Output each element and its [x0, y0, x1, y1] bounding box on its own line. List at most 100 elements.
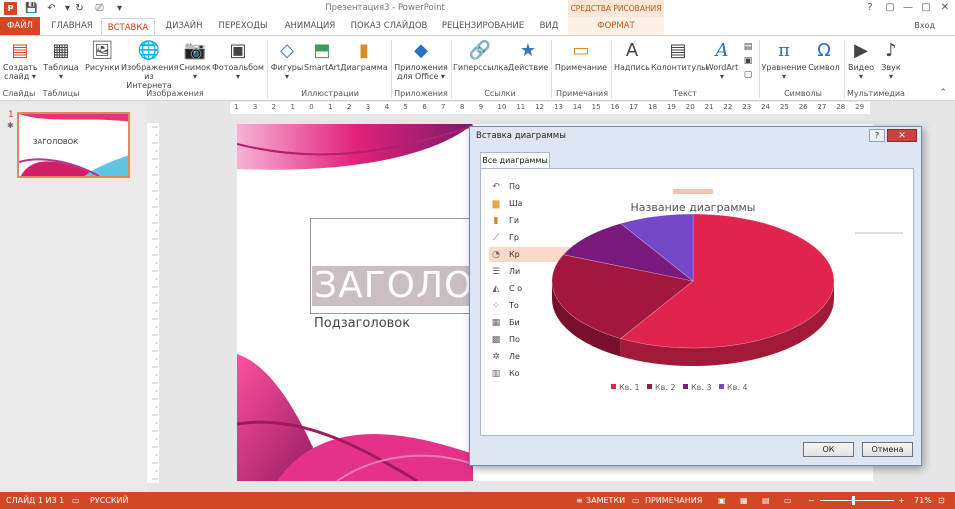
ruler-label: 26 [798, 103, 808, 111]
language-indicator[interactable]: РУССКИЙ [90, 492, 129, 509]
legend-entry[interactable]: Кв. 2 [655, 383, 676, 392]
date-time-icon[interactable]: ▤ [741, 40, 755, 54]
close-icon[interactable]: ✕ [935, 1, 955, 15]
slide-sorter-icon[interactable]: ▦ [740, 492, 748, 509]
header-footer-button[interactable]: ▤ Колонтитулы [651, 39, 708, 72]
thumbnail-background-art [19, 114, 128, 176]
ruler-label: 1 [328, 103, 333, 111]
redo-icon[interactable]: ↻ [72, 1, 87, 15]
ribbon-separator [759, 40, 760, 98]
screenshot-button[interactable]: 📷 Снимок ▾ [178, 39, 212, 81]
undo-icon[interactable]: ↶ [44, 1, 59, 15]
zoom-level[interactable]: 71% [914, 492, 932, 509]
minimize-icon[interactable]: — [898, 1, 918, 15]
sign-in-link[interactable]: Вход [914, 21, 935, 30]
horizontal-ruler: 1 3 2 1 0 1 2 3 4 5 6 7 8 9 10 11 12 13 14 15 16 17 18 19 20 21 22… [230, 102, 870, 114]
tab-view[interactable]: ВИД [534, 17, 564, 35]
legend-entry[interactable]: Кв. 3 [691, 383, 712, 392]
group-label-apps: Приложения [394, 89, 448, 98]
tab-slide-show[interactable]: ПОКАЗ СЛАЙДОВ [348, 17, 430, 35]
photo-album-icon: ▣ [229, 39, 247, 61]
ruler-label: 7 [441, 103, 446, 111]
new-slide-button[interactable]: ▤ Создать слайд ▾ [3, 39, 38, 81]
ok-button[interactable]: ОК [803, 442, 854, 457]
ruler-label: 13 [554, 103, 563, 111]
tab-design[interactable]: ДИЗАЙН [158, 17, 210, 35]
chart-button[interactable]: ▮ Диаграмма [340, 39, 388, 72]
apps-for-office-icon: ◆ [414, 39, 428, 61]
ruler-label: 22 [723, 103, 733, 111]
symbol-button[interactable]: Ω Символ [807, 39, 841, 72]
slide-subtitle[interactable]: Подзаголовок [314, 316, 410, 331]
comment-button[interactable]: ▭ Примечание [553, 39, 609, 72]
zoom-in-icon[interactable]: + [898, 492, 905, 509]
notes-button[interactable]: ЗАМЕТКИ [586, 492, 625, 509]
hyperlink-button[interactable]: 🔗 Гиперссылка [453, 39, 508, 72]
ruler-label: 9 [478, 103, 484, 111]
templates-icon: ▆ [492, 199, 500, 209]
text-small-icons[interactable]: ▤ ▣ ▢ [741, 40, 755, 82]
tab-file[interactable]: ФАЙЛ [0, 17, 40, 35]
object-icon[interactable]: ▢ [741, 68, 755, 82]
group-label-media: Мультимедиа [847, 89, 905, 98]
slide-show-icon[interactable]: ▭ [784, 492, 792, 509]
comments-icon[interactable]: ▭ [632, 492, 640, 509]
text-box-icon: A [625, 39, 639, 61]
table-button[interactable]: ▦ Таблица ▾ [42, 39, 80, 81]
smartart-button[interactable]: ⬒ SmartArt [304, 39, 340, 72]
maximize-icon[interactable]: □ [916, 1, 936, 15]
ruler-label: 27 [817, 103, 827, 111]
collapse-ribbon-icon[interactable]: ⌃ [939, 88, 947, 98]
help-icon[interactable]: ? [860, 1, 880, 15]
spellcheck-icon[interactable]: ▭ [72, 492, 80, 509]
normal-view-icon[interactable]: ▣ [718, 492, 726, 509]
dialog-help-icon[interactable]: ? [869, 129, 885, 142]
zoom-out-icon[interactable]: − [808, 492, 815, 509]
tab-format[interactable]: ФОРМАТ [568, 17, 664, 35]
online-pictures-button[interactable]: 🌐 Изображения из Интернета [121, 39, 178, 90]
group-label-slides: Слайды [2, 89, 36, 98]
dialog-close-icon[interactable]: ✕ [887, 129, 917, 142]
ribbon-display-options-icon[interactable]: ▢ [880, 1, 900, 15]
cancel-button[interactable]: Отмена [862, 442, 913, 457]
pictures-button[interactable]: 🖼 Рисунки [85, 39, 119, 72]
audio-button[interactable]: ♪ Звук ▾ [877, 39, 905, 81]
apps-for-office-button[interactable]: ◆ Приложения для Office ▾ [393, 39, 449, 81]
ruler-label: 20 [685, 103, 695, 111]
customize-qat-icon[interactable]: ▾ [112, 1, 127, 15]
save-icon[interactable]: 💾 [24, 1, 39, 15]
legend-entry[interactable]: Кв. 4 [727, 383, 748, 392]
ruler-label: 23 [742, 103, 752, 111]
text-box-button[interactable]: A Надпись [613, 39, 651, 72]
zoom-slider-track[interactable] [820, 500, 894, 501]
action-button[interactable]: ★ Действие [508, 39, 548, 72]
chart-icon: ▮ [359, 39, 369, 61]
legend-entry[interactable]: Кв. 1 [619, 383, 640, 392]
tab-insert[interactable]: ВСТАВКА [101, 18, 155, 36]
slide-number-icon[interactable]: ▣ [741, 54, 755, 68]
video-icon: ▶ [854, 39, 868, 61]
wordart-button[interactable]: A WordArt ▾ [705, 39, 739, 81]
fit-slide-icon[interactable]: ⊡ [938, 492, 945, 509]
equation-button[interactable]: π Уравнение ▾ [761, 39, 807, 81]
photo-album-button[interactable]: ▣ Фотоальбом ▾ [212, 39, 264, 81]
tab-review[interactable]: РЕЦЕНЗИРОВАНИЕ [435, 17, 531, 35]
tab-transitions[interactable]: ПЕРЕХОДЫ [213, 17, 273, 35]
tab-home[interactable]: ГЛАВНАЯ [45, 17, 99, 35]
ruler-label: 3 [365, 103, 371, 111]
start-from-beginning-icon[interactable]: ⎚ [92, 1, 107, 15]
shapes-button[interactable]: ◇ Фигуры ▾ [270, 39, 304, 81]
slide-thumbnail[interactable]: ЗАГОЛОВОК [17, 112, 130, 178]
chart-preview[interactable]: Название диаграммы Кв. 1 Кв. 2 Кв. 3 Кв. 4 [531, 183, 911, 423]
tab-all-charts[interactable]: Все диаграммы [480, 152, 550, 169]
reading-view-icon[interactable]: ▤ [762, 492, 770, 509]
tab-animations[interactable]: АНИМАЦИЯ [277, 17, 343, 35]
group-label-links: Ссылки [484, 89, 516, 98]
chart-title[interactable]: Название диаграммы [631, 201, 756, 214]
comments-button[interactable]: ПРИМЕЧАНИЯ [645, 492, 702, 509]
legend-swatch [647, 384, 652, 389]
group-label-tables: Таблицы [42, 89, 80, 98]
notes-icon[interactable]: ≡ [576, 492, 583, 509]
video-button[interactable]: ▶ Видео ▾ [846, 39, 876, 81]
zoom-slider-handle[interactable] [852, 496, 855, 505]
